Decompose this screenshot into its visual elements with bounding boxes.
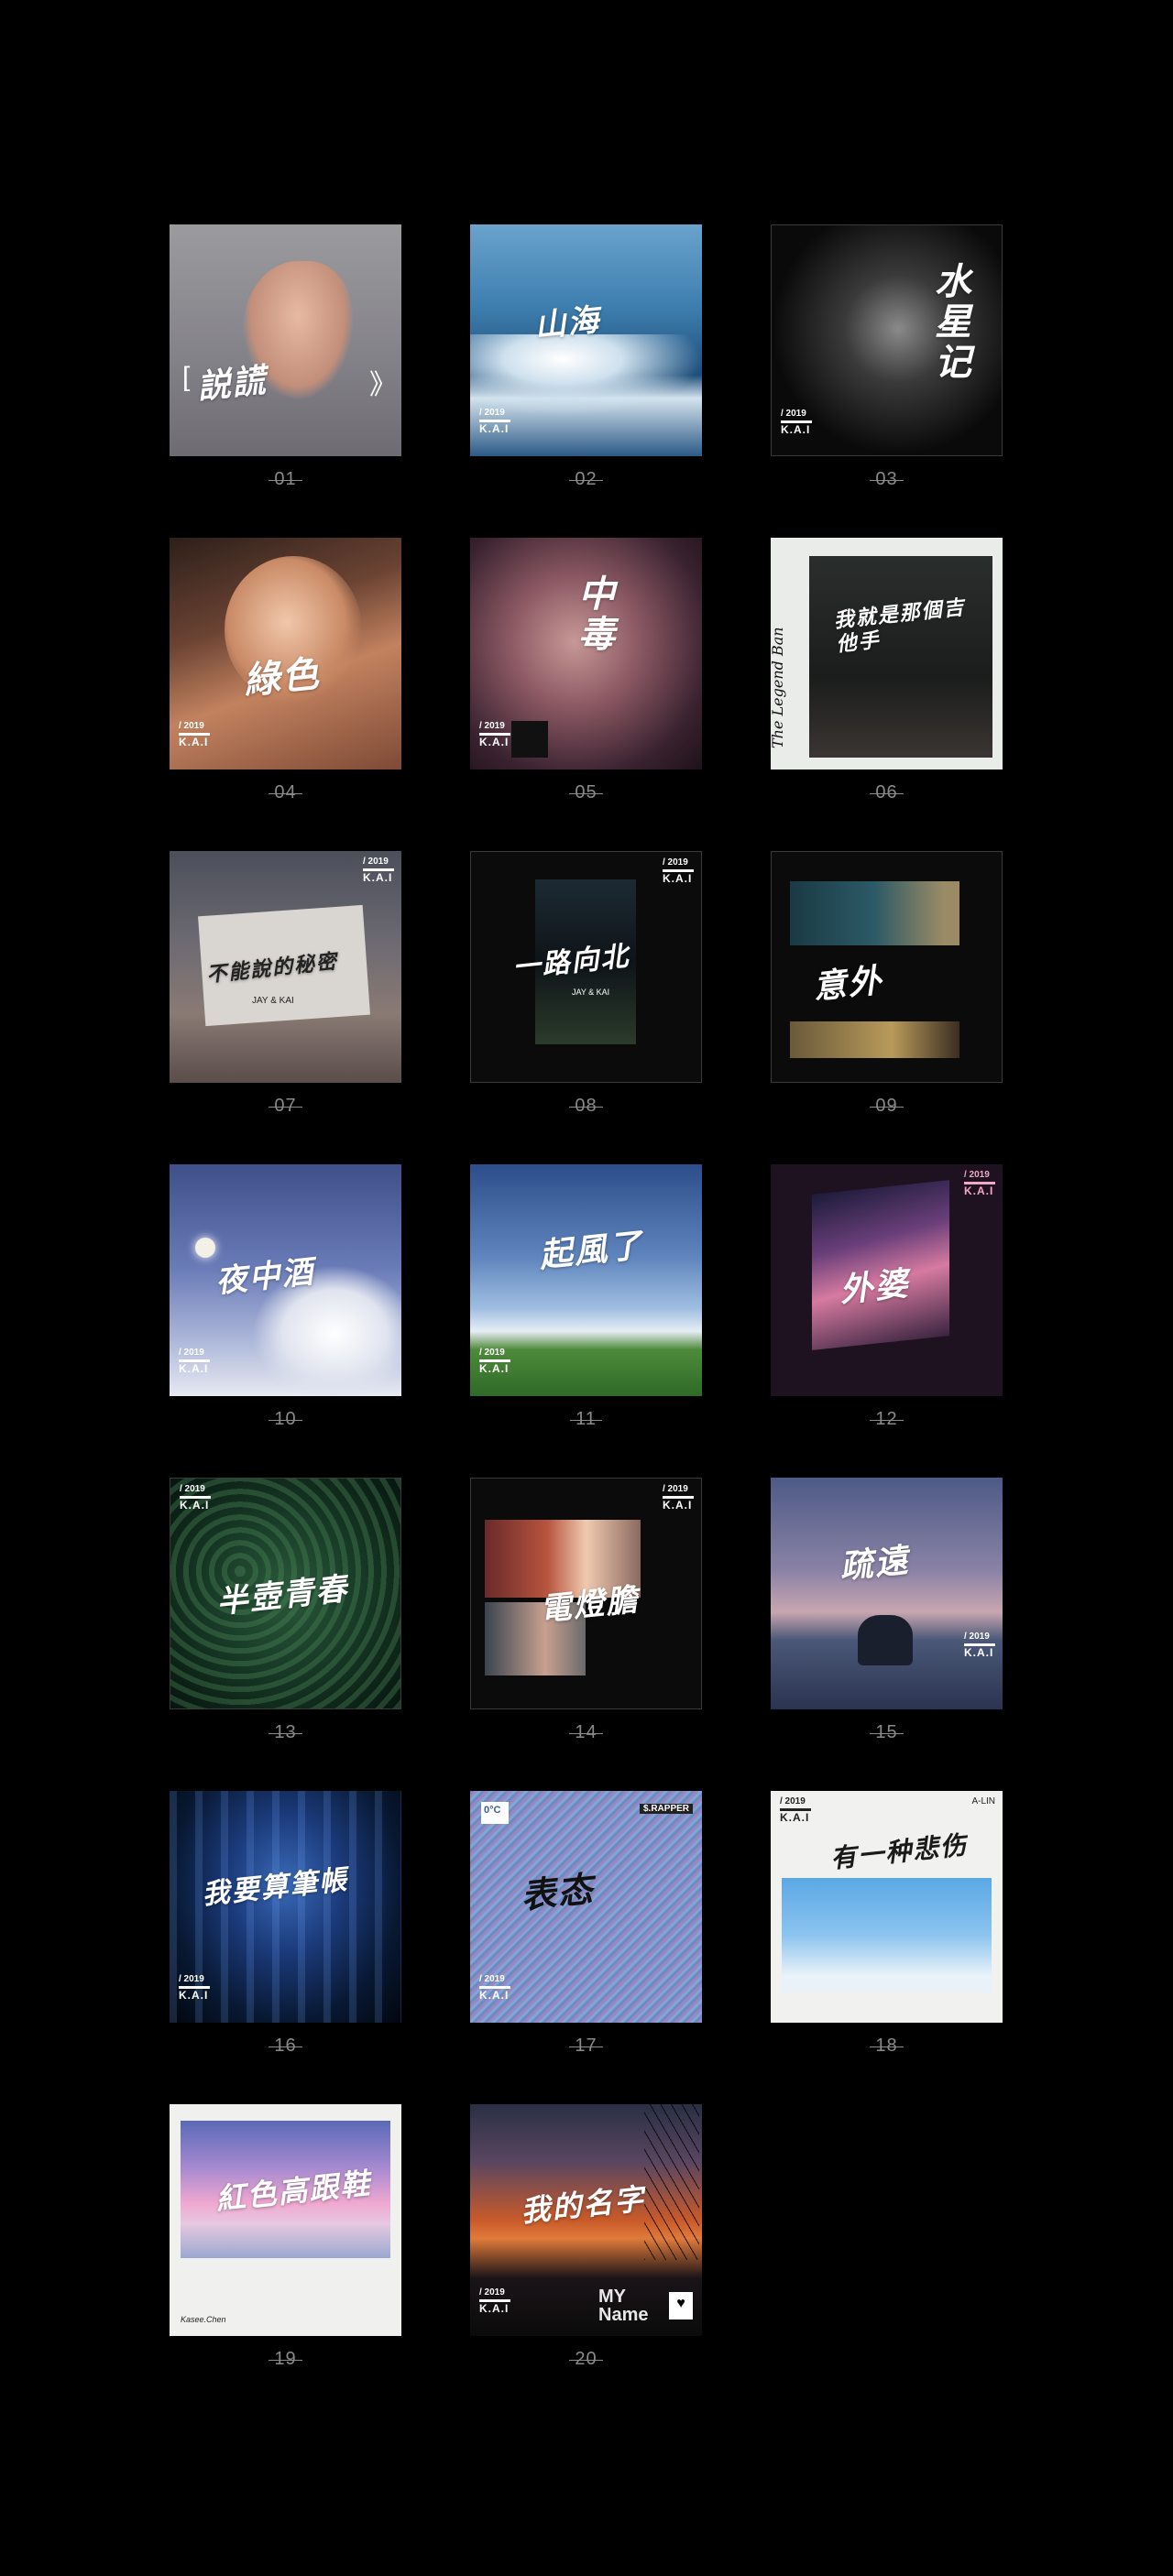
album-cover-12[interactable]: 外婆 / 2019 K.A.I (771, 1164, 1003, 1396)
cover-title: 外婆 (838, 1264, 912, 1310)
brand-label: / 2019 K.A.I (179, 1974, 210, 2002)
cover-number: 02 (470, 469, 702, 490)
brand-label: / 2019 K.A.I (479, 408, 510, 435)
rapper-label: $.RAPPER (639, 1804, 693, 1814)
brand-label: / 2019 K.A.I (964, 1632, 995, 1659)
legend-text: The Legend Ban (771, 627, 786, 748)
author-label: Kasee.Chen (181, 2315, 226, 2324)
wave-shape (470, 334, 702, 417)
photo-strip-top (790, 881, 959, 945)
brand-label: / 2019 K.A.I (479, 721, 510, 748)
cover-number: 17 (470, 2036, 702, 2057)
anime-panel (782, 1878, 992, 1992)
moon-shape (195, 1238, 215, 1258)
album-cover-18[interactable]: 有一种悲伤 A-LIN / 2019 K.A.I (771, 1791, 1003, 2023)
jay-kai-label: JAY & KAI (252, 996, 294, 1006)
album-cover-09[interactable]: 意外 (771, 851, 1003, 1083)
cover-title: 中毒 (572, 574, 615, 655)
photo-strip-bottom (790, 1021, 959, 1058)
pylon-lines (644, 2104, 699, 2260)
cover-number: 11 (470, 1409, 702, 1430)
cover-number: 20 (470, 2349, 702, 2370)
cover-number: 01 (170, 469, 401, 490)
brand-label: / 2019 K.A.I (780, 1796, 811, 1824)
brand-label: / 2019 K.A.I (663, 857, 694, 885)
cover-number: 03 (771, 469, 1003, 490)
cover-number: 18 (771, 2036, 1003, 2057)
jay-kai-label: JAY & KAI (572, 988, 610, 997)
cover-title: 綠色 (241, 651, 323, 704)
artist-label: A-LIN (971, 1796, 995, 1806)
cover-number: 08 (470, 1096, 702, 1117)
album-cover-08[interactable]: 一路向北 JAY & KAI / 2019 K.A.I (470, 851, 702, 1083)
brand-label: / 2019 K.A.I (180, 1484, 211, 1512)
couple-shape (858, 1615, 913, 1665)
brand-label: / 2019 K.A.I (663, 1484, 694, 1512)
cover-title: 意外 (811, 961, 885, 1007)
album-cover-19[interactable]: 紅色高跟鞋 Kasee.Chen (170, 2104, 401, 2336)
album-cover-17[interactable]: 0°C $.RAPPER 表态 / 2019 K.A.I (470, 1791, 702, 2023)
album-cover-13[interactable]: 半壺青春 / 2019 K.A.I (170, 1478, 401, 1709)
cover-title: 説謊 (195, 361, 269, 407)
bracket-right: 》 (369, 370, 397, 400)
brand-label: / 2019 K.A.I (964, 1170, 995, 1197)
cover-number: 07 (170, 1096, 401, 1117)
cover-number: 05 (470, 782, 702, 803)
cover-title: 表态 (519, 1867, 597, 1917)
album-cover-01[interactable]: 説謊 [ 》 (170, 224, 401, 456)
brand-label: / 2019 K.A.I (479, 2287, 510, 2315)
brand-label: / 2019 K.A.I (179, 721, 210, 748)
cover-title: 水星记 (928, 262, 971, 383)
cover-number: 04 (170, 782, 401, 803)
album-cover-03[interactable]: 水星记 / 2019 K.A.I (771, 224, 1003, 456)
cover-number: 16 (170, 2036, 401, 2057)
photo-panel (809, 556, 992, 758)
cover-number: 14 (470, 1722, 702, 1743)
cover-number: 19 (170, 2349, 401, 2370)
heart-icon: ♥ (669, 2292, 693, 2319)
slash-box (511, 721, 548, 758)
album-cover-02[interactable]: 山海 / 2019 K.A.I (470, 224, 702, 456)
album-cover-15[interactable]: 疏遠 / 2019 K.A.I (771, 1478, 1003, 1709)
album-cover-06[interactable]: 我就是那個吉他手 The Legend Ban (771, 538, 1003, 770)
album-cover-10[interactable]: 夜中酒 / 2019 K.A.I (170, 1164, 401, 1396)
cover-number: 10 (170, 1409, 401, 1430)
cover-number: 12 (771, 1409, 1003, 1430)
brand-label: / 2019 K.A.I (179, 1348, 210, 1375)
cover-title: 疏遠 (838, 1541, 912, 1587)
my-word: MY (598, 2287, 626, 2307)
bracket-left: [ (182, 362, 191, 392)
cover-number: 13 (170, 1722, 401, 1743)
cover-title: 山海 (532, 301, 603, 345)
cover-number: 09 (771, 1096, 1003, 1117)
brand-label: / 2019 K.A.I (479, 1974, 510, 2002)
album-cover-11[interactable]: 起風了 / 2019 K.A.I (470, 1164, 702, 1396)
cover-number: 15 (771, 1722, 1003, 1743)
degree-label: 0°C (484, 1805, 501, 1816)
album-cover-04[interactable]: 綠色 / 2019 K.A.I (170, 538, 401, 770)
cover-number: 06 (771, 782, 1003, 803)
brand-label: / 2019 K.A.I (363, 857, 394, 884)
album-cover-20[interactable]: 我的名字 / 2019 K.A.I MY Name ♥ (470, 2104, 702, 2336)
brand-label: / 2019 K.A.I (479, 1348, 510, 1375)
album-cover-14[interactable]: 電燈膽 / 2019 K.A.I (470, 1478, 702, 1709)
album-cover-16[interactable]: 我要算筆帳 / 2019 K.A.I (170, 1791, 401, 2023)
album-cover-07[interactable]: 不能說的秘密 JAY & KAI / 2019 K.A.I (170, 851, 401, 1083)
brand-label: / 2019 K.A.I (781, 409, 812, 436)
name-word: Name (598, 2305, 649, 2325)
album-cover-05[interactable]: 中毒 / 2019 K.A.I (470, 538, 702, 770)
